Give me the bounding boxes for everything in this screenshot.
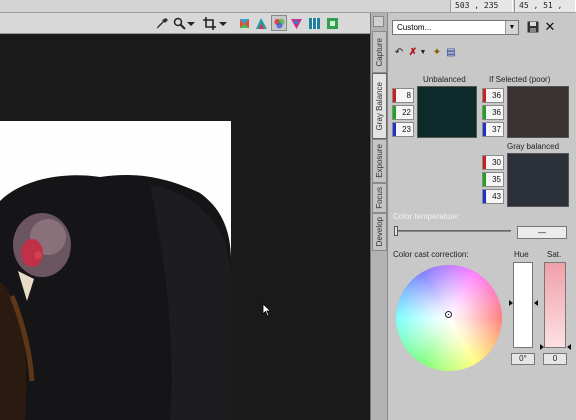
tool-a[interactable] [236, 15, 252, 31]
color-cast-marker[interactable] [445, 311, 452, 318]
hue-left-arrow[interactable] [509, 300, 513, 306]
chevron-down-icon [219, 21, 227, 26]
unbalanced-blue-value: 23 [392, 122, 414, 137]
tool-f[interactable] [324, 15, 340, 31]
sat-value[interactable]: 0 [543, 353, 567, 365]
unbalanced-red-value: 8 [392, 88, 414, 103]
preset-select[interactable]: Custom... ▼ [392, 20, 519, 35]
color-cast-label: Color cast correction: [393, 250, 469, 259]
color-cast-wheel[interactable] [396, 265, 502, 371]
side-tab-strip: Capture Gray Balance Exposure Focus Deve… [371, 13, 388, 420]
tab-focus[interactable]: Focus [372, 183, 387, 213]
if-selected-label: If Selected (poor) [489, 75, 551, 84]
panel-pin-icon[interactable] [373, 16, 384, 27]
sat-right-arrow[interactable] [567, 344, 571, 350]
zoom-dropdown[interactable] [186, 15, 196, 31]
close-button[interactable]: ✕ [543, 20, 557, 34]
gray-balance-panel: Capture Gray Balance Exposure Focus Deve… [370, 13, 576, 420]
gray-balanced-green-value: 35 [482, 172, 504, 187]
unbalanced-swatch [417, 86, 477, 138]
hue-label: Hue [514, 250, 529, 259]
gray-balanced-label: Gray balanced [507, 142, 560, 151]
color-cube-icon [239, 18, 249, 28]
color-balance-icon [274, 18, 284, 28]
chevron-down-icon[interactable]: ▼ [417, 47, 429, 59]
if-selected-red-value: 36 [482, 88, 504, 103]
rgb-readout: 45 , 51 , 60 [514, 0, 576, 22]
hue-right-arrow[interactable] [534, 300, 538, 306]
tab-exposure[interactable]: Exposure [372, 139, 387, 183]
vulture-photo [0, 121, 231, 420]
preset-value: Custom... [397, 23, 432, 32]
tab-develop[interactable]: Develop [372, 213, 387, 251]
chevron-down-icon[interactable]: ▼ [505, 21, 518, 34]
tool-e[interactable] [306, 15, 322, 31]
gray-balanced-swatch [507, 153, 569, 207]
mouse-cursor [262, 303, 272, 317]
grid-icon [308, 17, 320, 29]
sat-label: Sat. [547, 250, 562, 259]
tab-capture[interactable]: Capture [372, 31, 387, 73]
fit-icon [326, 17, 338, 29]
panel-content: Custom... ▼ ✕ ↶ ✗ ▼ ✦ ▤ Unbalanced If Se… [389, 13, 576, 420]
if-selected-blue-value: 37 [482, 122, 504, 137]
if-selected-green-value: 36 [482, 105, 504, 120]
color-cube-icon [255, 17, 267, 29]
sat-left-arrow[interactable] [540, 344, 544, 350]
status-bar: 503 , 235 45 , 51 , 60 [0, 0, 576, 22]
crop-tool[interactable] [201, 15, 217, 31]
chevron-down-icon [187, 21, 195, 26]
image-toolbar [0, 13, 370, 34]
sat-bar[interactable] [544, 262, 566, 348]
eyedropper-icon [156, 17, 168, 29]
crop-dropdown[interactable] [218, 15, 228, 31]
color-balance-icon [290, 18, 302, 29]
color-temperature-slider[interactable] [395, 230, 511, 232]
crop-icon [202, 16, 216, 30]
if-selected-swatch [507, 86, 569, 138]
undo-icon[interactable]: ↶ [393, 47, 405, 59]
color-temperature-slider-thumb[interactable] [394, 226, 398, 236]
tab-gray-balance[interactable]: Gray Balance [372, 73, 387, 139]
unbalanced-green-value: 22 [392, 105, 414, 120]
tool-d[interactable] [288, 15, 304, 31]
auto-balance-icon[interactable]: ▤ [445, 47, 457, 59]
color-temperature-label: Color temperature: [393, 212, 460, 221]
cursor-position-readout: 503 , 235 [450, 0, 513, 12]
color-temperature-value[interactable]: — [517, 226, 567, 239]
eyedropper-tool[interactable] [154, 15, 170, 31]
unbalanced-label: Unbalanced [423, 75, 466, 84]
zoom-tool[interactable] [171, 15, 187, 31]
gray-balanced-red-value: 30 [482, 155, 504, 170]
tool-b[interactable] [253, 15, 269, 31]
hue-bar[interactable] [513, 262, 533, 348]
save-preset-button[interactable] [527, 21, 539, 33]
magnifier-icon [173, 17, 186, 30]
magic-wand-icon[interactable]: ✦ [431, 47, 443, 59]
gray-balanced-blue-value: 43 [482, 189, 504, 204]
tool-c[interactable] [271, 15, 287, 31]
hue-value[interactable]: 0° [511, 353, 535, 365]
image-canvas[interactable] [0, 13, 370, 420]
